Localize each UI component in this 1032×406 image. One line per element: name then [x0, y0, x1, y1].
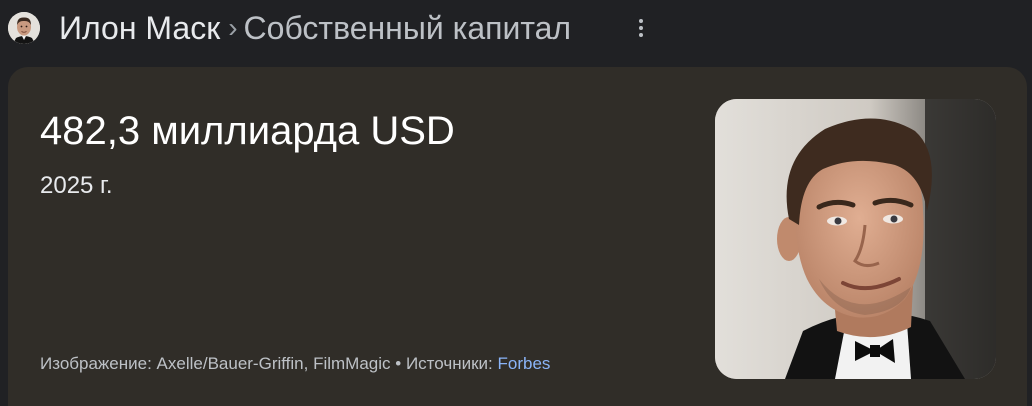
image-credit-label: Изображение: — [40, 354, 152, 373]
credits-bullet: • — [395, 354, 402, 373]
header-bar: Илон Маск › Собственный капитал — [0, 0, 1032, 56]
net-worth-value: 482,3 миллиарда USD — [40, 109, 455, 153]
entity-avatar[interactable] — [8, 12, 40, 44]
breadcrumb-entity-link[interactable]: Илон Маск — [59, 8, 220, 48]
person-photo-image — [715, 99, 996, 379]
answer-card: 482,3 миллиарда USD 2025 г. Изображение:… — [8, 67, 1027, 406]
net-worth-date: 2025 г. — [40, 172, 113, 199]
source-link-forbes[interactable]: Forbes — [497, 354, 550, 373]
person-photo[interactable] — [715, 99, 996, 379]
breadcrumb: Илон Маск › Собственный капитал — [59, 8, 571, 48]
person-avatar-icon — [8, 12, 40, 44]
breadcrumb-separator: › — [228, 12, 238, 43]
image-credit-text: Axelle/Bauer-Griffin, FilmMagic — [156, 354, 391, 373]
sources-label: Источники: — [405, 354, 493, 373]
credits-line: Изображение: Axelle/Bauer-Griffin, FilmM… — [40, 353, 550, 375]
breadcrumb-attribute: Собственный капитал — [243, 10, 572, 46]
more-vert-icon[interactable] — [632, 14, 650, 42]
